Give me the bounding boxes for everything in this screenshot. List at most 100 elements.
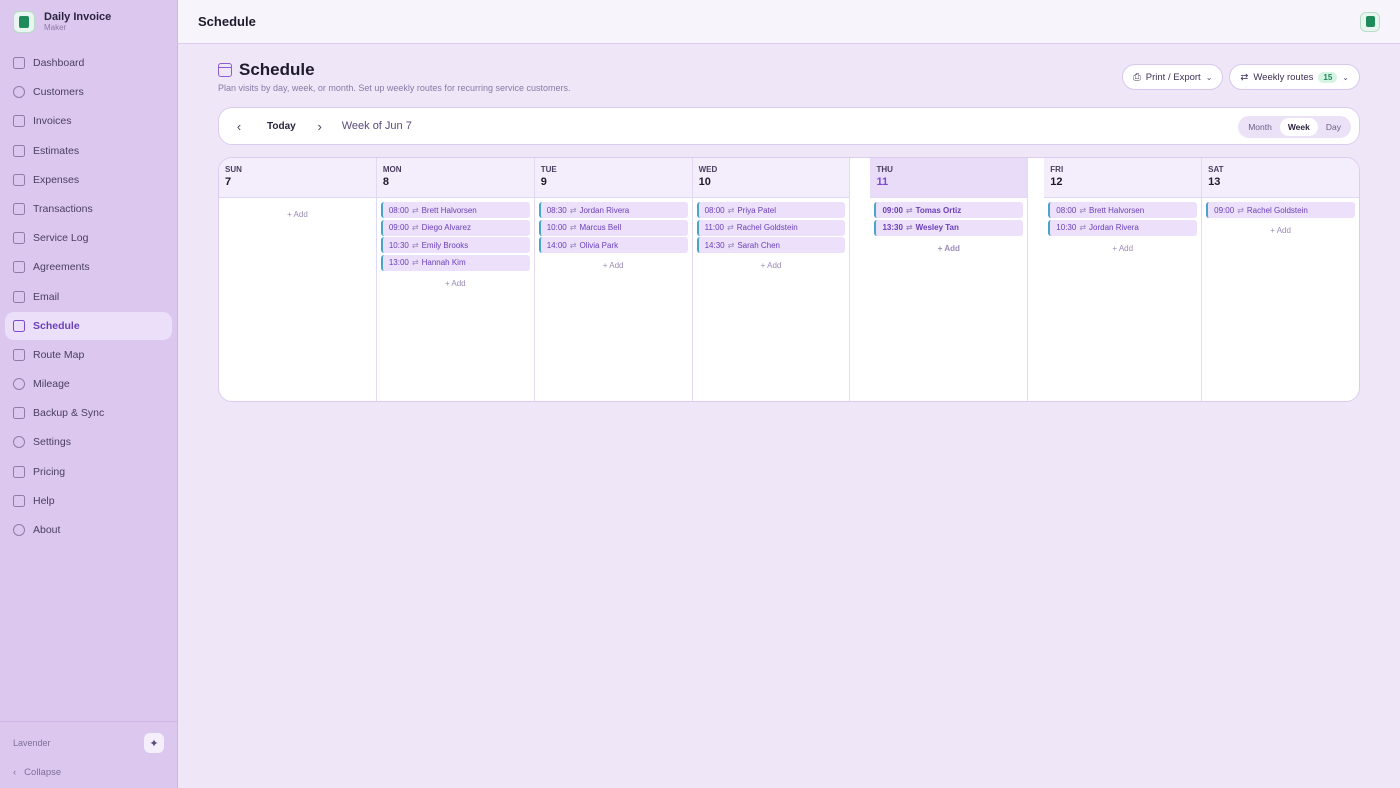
schedule-event[interactable]: 08:00 ⇄ Brett Halvorsen — [380, 202, 530, 218]
event-customer: Emily Brooks — [421, 240, 469, 250]
view-option-month[interactable]: Month — [1240, 118, 1280, 136]
weekly-routes-button[interactable]: ⇄ Weekly routes 15 ⌄ — [1229, 64, 1360, 90]
event-time: 09:00 — [388, 223, 409, 233]
brand[interactable]: Daily Invoice Maker — [0, 0, 177, 44]
view-option-week[interactable]: Week — [1279, 118, 1318, 136]
sidebar-item-label: Estimates — [33, 144, 80, 157]
schedule-event[interactable]: 08:00 ⇄ Brett Halvorsen — [1048, 202, 1198, 218]
sidebar-item-label: Dashboard — [33, 57, 85, 69]
schedule-event[interactable]: 10:00 ⇄ Marcus Bell — [538, 219, 688, 236]
day-number: 9 — [540, 176, 547, 188]
sidebar-item-expenses[interactable]: Expenses — [5, 166, 172, 194]
chevron-down-icon: ⌄ — [1342, 72, 1349, 82]
sidebar-item-label: Invoices — [33, 115, 72, 128]
schedule-event[interactable]: 10:30 ⇄ Jordan Rivera — [1048, 219, 1198, 236]
sidebar-item-label: Expenses — [33, 173, 80, 186]
day-column-tue: TUE 9 08:30 ⇄ Jordan Rivera 10:00 ⇄ Marcus Bell… — [534, 158, 693, 401]
sidebar-item-agreements[interactable]: Agreements — [5, 253, 172, 281]
file-icon — [13, 115, 25, 128]
schedule-event[interactable]: 08:00 ⇄ Priya Patel — [696, 202, 846, 218]
event-time: 14:00 — [546, 240, 567, 250]
schedule-event[interactable]: 09:00 ⇄ Diego Alvarez — [380, 219, 530, 236]
add-event-button[interactable]: + Add — [381, 279, 530, 288]
sidebar-item-estimates[interactable]: Estimates — [5, 137, 172, 165]
sidebar-item-backup-sync[interactable]: Backup & Sync — [5, 399, 172, 427]
schedule-event[interactable]: 11:00 ⇄ Rachel Goldstein — [696, 219, 846, 236]
event-time: 13:00 — [388, 258, 409, 268]
repeat-icon: ⇄ — [905, 205, 913, 215]
add-event-button[interactable]: + Add — [874, 244, 1023, 253]
day-of-week: WED — [698, 165, 718, 174]
sidebar-item-service-log[interactable]: Service Log — [5, 224, 172, 252]
sidebar-item-invoices[interactable]: Invoices — [5, 107, 172, 135]
event-customer: Rachel Goldstein — [1246, 205, 1308, 215]
schedule-event[interactable]: 13:00 ⇄ Hannah Kim — [380, 254, 530, 271]
sidebar-item-settings[interactable]: Settings — [5, 428, 172, 456]
event-customer: Sarah Chen — [737, 240, 781, 250]
sidebar-item-route-map[interactable]: Route Map — [5, 341, 172, 369]
sidebar-item-transactions[interactable]: Transactions — [5, 195, 172, 223]
printer-icon: ⎙ — [1133, 71, 1141, 83]
grid-icon — [13, 57, 25, 69]
sidebar-item-label: Email — [33, 290, 60, 303]
theme-label: Lavender — [13, 738, 51, 748]
sidebar-item-label: Customers — [33, 86, 84, 99]
book-icon — [13, 494, 25, 507]
schedule-event[interactable]: 10:30 ⇄ Emily Brooks — [380, 237, 530, 254]
add-event-button[interactable]: + Add — [697, 261, 846, 270]
repeat-icon: ⇄ — [727, 223, 734, 233]
sidebar-item-about[interactable]: About — [5, 516, 172, 544]
sidebar-item-customers[interactable]: Customers — [5, 78, 172, 106]
sidebar-item-dashboard[interactable]: Dashboard — [5, 49, 172, 77]
theme-toggle-icon[interactable]: ✦ — [143, 732, 165, 754]
weekly-routes-label: Weekly routes — [1253, 71, 1314, 83]
day-column-fri: FRI 12 08:00 ⇄ Brett Halvorsen 10:30 ⇄ Jordan R… — [1044, 158, 1203, 401]
sidebar-item-schedule[interactable]: Schedule — [5, 311, 172, 340]
add-event-button[interactable]: + Add — [1206, 226, 1355, 235]
print-export-label: Print / Export — [1145, 71, 1201, 83]
today-button[interactable]: Today — [267, 121, 296, 132]
day-events: 08:00 ⇄ Priya Patel 11:00 ⇄ Rachel Goldstein 1… — [693, 198, 850, 274]
day-events: 08:00 ⇄ Brett Halvorsen 10:30 ⇄ Jordan Rivera… — [1044, 198, 1201, 257]
sidebar-item-help[interactable]: Help — [5, 487, 172, 515]
add-event-button[interactable]: + Add — [539, 261, 688, 270]
sidebar-item-mileage[interactable]: Mileage — [5, 370, 172, 398]
sidebar-item-label: Service Log — [33, 232, 89, 245]
schedule-event[interactable]: 09:00 ⇄ Rachel Goldstein — [1206, 202, 1356, 218]
next-week-button[interactable]: › — [312, 119, 328, 134]
sidebar-item-label: Settings — [33, 436, 71, 449]
sidebar-item-pricing[interactable]: Pricing — [5, 458, 172, 486]
info-icon — [13, 524, 25, 536]
schedule-event[interactable]: 08:30 ⇄ Jordan Rivera — [538, 202, 688, 218]
sidebar-item-email[interactable]: Email — [5, 283, 172, 311]
repeat-icon: ⇄ — [1237, 205, 1244, 215]
avatar[interactable] — [1360, 11, 1380, 32]
day-header: THU 11 — [870, 158, 1028, 198]
prev-week-button[interactable]: ‹ — [231, 119, 247, 134]
day-column-sat: SAT 13 09:00 ⇄ Rachel Goldstein + Add — [1202, 158, 1359, 401]
mail-icon — [13, 290, 25, 303]
schedule-event[interactable]: 14:00 ⇄ Olivia Park — [538, 237, 688, 254]
day-header: TUE 9 — [534, 158, 692, 198]
day-of-week: MON — [382, 165, 402, 174]
users-icon — [13, 86, 25, 99]
event-customer: Diego Alvarez — [421, 223, 471, 233]
day-events: 08:00 ⇄ Brett Halvorsen 09:00 ⇄ Diego Alvarez… — [377, 198, 534, 292]
add-event-button[interactable]: + Add — [1048, 244, 1197, 253]
schedule-event[interactable]: 13:30 ⇄ Wesley Tan — [874, 219, 1024, 236]
repeat-icon: ⇄ — [727, 205, 735, 215]
collapse-button[interactable]: ‹ Collapse — [13, 767, 165, 778]
schedule-event[interactable]: 14:30 ⇄ Sarah Chen — [696, 237, 846, 254]
view-option-day[interactable]: Day — [1318, 118, 1349, 136]
app-logo-icon — [13, 11, 35, 33]
day-of-week: FRI — [1050, 165, 1064, 174]
print-export-button[interactable]: ⎙ Print / Export ⌄ — [1122, 64, 1224, 90]
sidebar-nav: Dashboard Customers Invoices Estimates Expen… — [0, 49, 177, 544]
add-event-button[interactable]: + Add — [223, 210, 372, 219]
day-header: SAT 13 — [1202, 158, 1359, 198]
topbar-title: Schedule — [198, 14, 256, 29]
repeat-icon: ⇄ — [411, 240, 419, 250]
drive-icon — [13, 407, 25, 420]
schedule-event[interactable]: 09:00 ⇄ Tomas Ortiz — [874, 202, 1024, 218]
day-events: 09:00 ⇄ Rachel Goldstein + Add — [1202, 198, 1359, 239]
